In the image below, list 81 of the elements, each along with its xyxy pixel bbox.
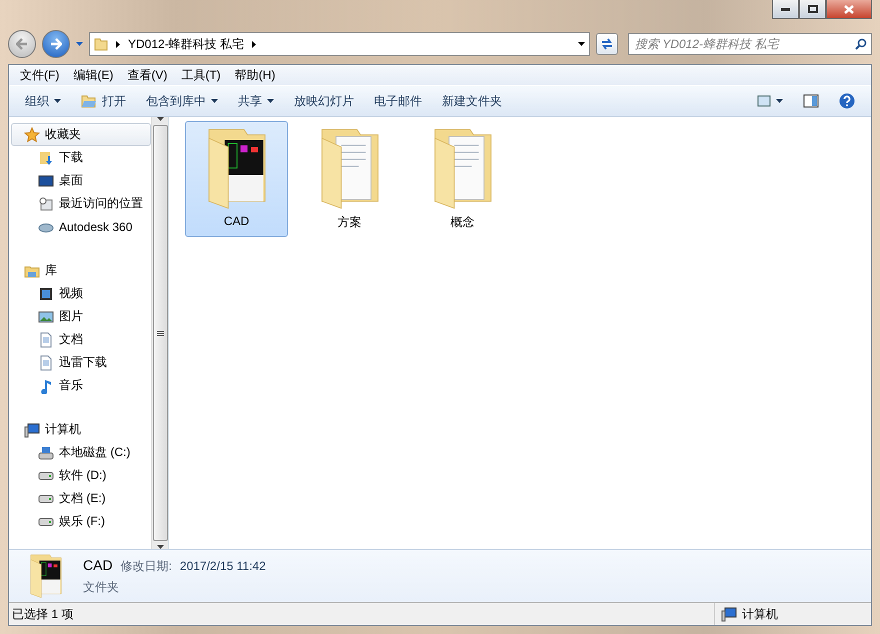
scrollbar[interactable] (151, 117, 168, 549)
sidebar-item[interactable]: 下载 (11, 146, 151, 169)
sidebar-group[interactable]: 库 (11, 259, 151, 282)
modified-label: 修改日期: (120, 558, 172, 575)
folder-tile[interactable]: 概念 (411, 121, 514, 237)
item-type: 文件夹 (83, 579, 120, 596)
sidebar-item[interactable]: Autodesk 360 (11, 215, 151, 238)
computer-icon (24, 422, 40, 438)
drive-icon (38, 518, 54, 526)
folder-icon (94, 37, 108, 51)
folder-download-icon (38, 150, 54, 166)
close-icon (844, 4, 854, 14)
caret-icon (211, 99, 218, 103)
chevron-icon (116, 40, 120, 48)
view-icon (757, 95, 771, 107)
menu-item[interactable]: 文件(F) (13, 66, 66, 84)
back-arrow-icon (16, 38, 28, 50)
toolbar-button[interactable]: 包含到库中 (136, 88, 228, 114)
document-icon (38, 354, 54, 370)
search-field[interactable]: 搜索 YD012-蜂群科技 私宅 (628, 33, 872, 55)
system-drive-icon (38, 444, 54, 460)
caret-icon (776, 99, 783, 103)
sidebar-item[interactable]: 迅雷下载 (11, 351, 151, 374)
sidebar-item[interactable]: 图片 (11, 305, 151, 328)
star-icon (24, 126, 40, 142)
back-button[interactable] (8, 30, 36, 58)
search-icon (855, 38, 867, 50)
grip-icon (156, 330, 164, 336)
forward-arrow-icon (50, 38, 62, 50)
toolbar-button[interactable]: 新建文件夹 (432, 88, 512, 114)
maximize-button[interactable] (799, 0, 826, 19)
toolbar-button[interactable]: 组织 (15, 88, 71, 114)
sidebar-item[interactable]: 文档 (11, 328, 151, 351)
sidebar-item[interactable]: 娱乐 (F:) (11, 510, 151, 533)
menu-item[interactable]: 帮助(H) (228, 66, 282, 84)
sidebar-item[interactable]: 软件 (D:) (11, 464, 151, 487)
desktop-icon (38, 172, 54, 188)
caret-icon (54, 99, 61, 103)
sidebar-item[interactable]: 文档 (E:) (11, 487, 151, 510)
sidebar-item[interactable]: 桌面 (11, 169, 151, 192)
menu-item[interactable]: 查看(V) (120, 66, 174, 84)
location-label: 计算机 (742, 606, 778, 622)
maximize-icon (808, 5, 818, 13)
picture-icon (38, 308, 54, 324)
selection-count: 已选择 1 项 (11, 606, 74, 622)
minimize-button[interactable] (772, 0, 799, 19)
sidebar-item[interactable]: 视频 (11, 282, 151, 305)
forward-button[interactable] (42, 30, 70, 58)
drive-icon (38, 494, 54, 502)
pane-icon (803, 94, 819, 108)
sidebar-group[interactable]: 收藏夹 (11, 123, 151, 146)
drive-icon (38, 472, 54, 480)
toolbar-button[interactable]: 共享 (228, 88, 284, 114)
film-icon (38, 286, 54, 302)
menu-item[interactable]: 编辑(E) (66, 66, 120, 84)
minimize-icon (781, 8, 790, 10)
document-icon (38, 332, 54, 348)
menu-item[interactable]: 工具(T) (174, 66, 228, 84)
toolbar-button[interactable]: 电子邮件 (364, 88, 432, 114)
toolbar-button[interactable]: 放映幻灯片 (284, 88, 364, 114)
address-bar[interactable]: YD012-蜂群科技 私宅 (89, 32, 590, 56)
sidebar-item[interactable]: 最近访问的位置 (11, 192, 151, 215)
refresh-icon (600, 38, 614, 50)
help-icon (839, 93, 855, 109)
caret-icon (76, 42, 83, 46)
music-note-icon (38, 378, 54, 394)
close-button[interactable] (826, 0, 872, 19)
sidebar-group[interactable]: 计算机 (11, 418, 151, 441)
toolbar-button[interactable]: 打开 (71, 88, 136, 114)
sidebar-item[interactable]: 音乐 (11, 374, 151, 397)
caret-icon (267, 99, 274, 103)
folder-open-icon (81, 94, 97, 108)
folder-tile[interactable]: CAD (185, 121, 288, 237)
modified-date: 2017/2/15 11:42 (180, 559, 266, 573)
sidebar-item[interactable]: 本地磁盘 (C:) (11, 441, 151, 464)
caret-icon (578, 42, 585, 46)
folder-tile[interactable]: 方案 (298, 121, 401, 237)
item-name: CAD (83, 557, 113, 573)
refresh-button[interactable] (596, 33, 618, 55)
chevron-icon (252, 40, 256, 48)
computer-icon (721, 606, 737, 622)
